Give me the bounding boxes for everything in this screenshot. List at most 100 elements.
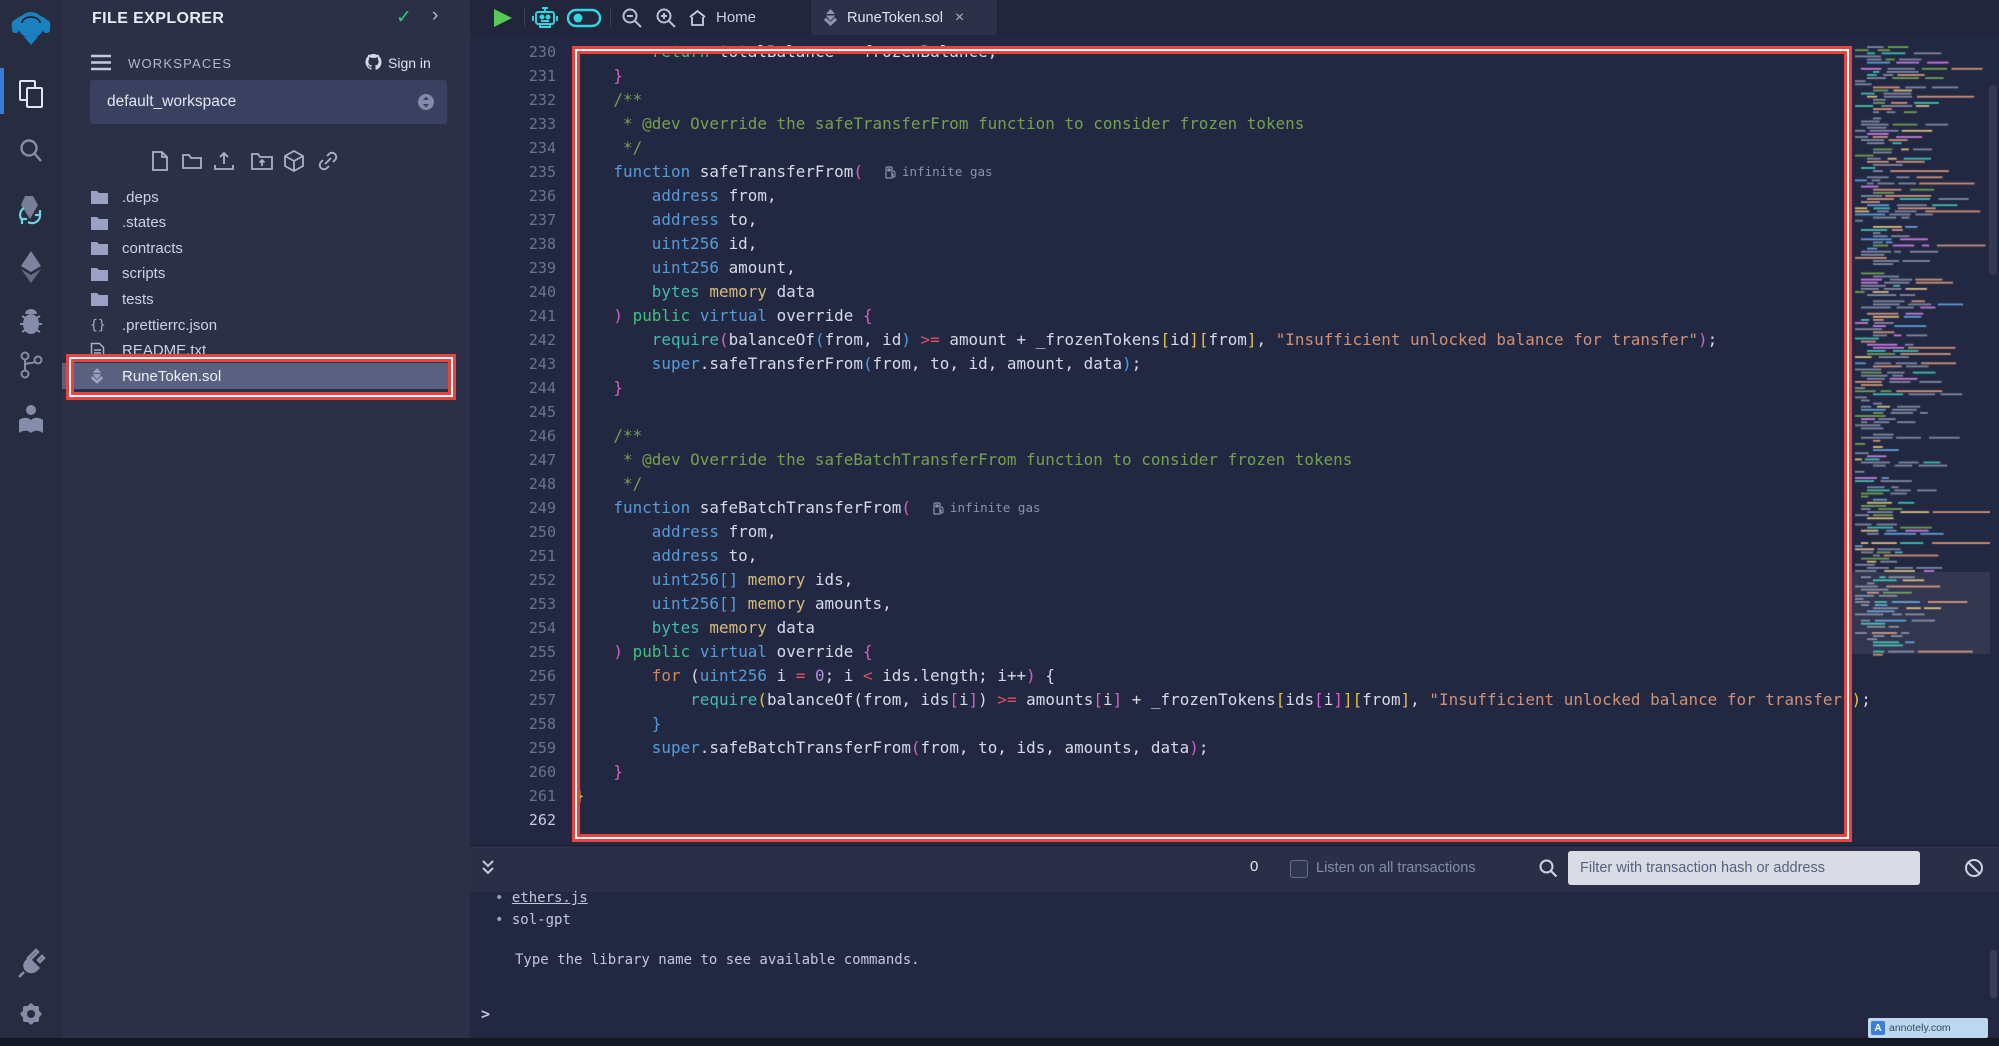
expand-terminal-icon[interactable] xyxy=(479,857,497,879)
code-line-259[interactable]: 259 super.safeBatchTransferFrom(from, to… xyxy=(470,736,1999,760)
code-line-241[interactable]: 241 ) public virtual override { xyxy=(470,304,1999,328)
tree-item-.states[interactable]: .states xyxy=(62,210,455,236)
tree-item-label: RuneToken.sol xyxy=(122,368,221,385)
braces-icon: {} xyxy=(90,318,110,333)
code-text: address from, xyxy=(575,520,777,544)
tree-item-label: scripts xyxy=(122,265,165,282)
code-text: */ xyxy=(575,136,642,160)
filter-input[interactable] xyxy=(1568,851,1920,885)
close-icon[interactable]: × xyxy=(955,9,964,27)
tree-item-README.txt[interactable]: README.txt xyxy=(62,338,455,364)
editor-scrollbar-thumb[interactable] xyxy=(1989,85,1997,275)
tree-item-contracts[interactable]: contracts xyxy=(62,235,455,261)
terminal-scrollbar-thumb[interactable] xyxy=(1990,950,1997,998)
line-number: 259 xyxy=(470,736,556,760)
ai-assistant-robot-icon[interactable] xyxy=(532,5,558,30)
line-number: 246 xyxy=(470,424,556,448)
code-line-243[interactable]: 243 super.safeTransferFrom(from, to, id,… xyxy=(470,352,1999,376)
tab-label: RuneToken.sol xyxy=(847,10,943,26)
code-line-247[interactable]: 247 * @dev Override the safeBatchTransfe… xyxy=(470,448,1999,472)
code-line-254[interactable]: 254 bytes memory data xyxy=(470,616,1999,640)
code-line-256[interactable]: 256 for (uint256 i = 0; i < ids.length; … xyxy=(470,664,1999,688)
minimap-viewport[interactable] xyxy=(1852,572,1990,654)
code-text: bytes memory data xyxy=(575,280,815,304)
code-line-234[interactable]: 234 */ xyxy=(470,136,1999,160)
icon-rail xyxy=(0,0,63,1046)
line-number: 236 xyxy=(470,184,556,208)
code-line-236[interactable]: 236 address from, xyxy=(470,184,1999,208)
plugin-manager-icon[interactable] xyxy=(0,946,62,980)
code-line-239[interactable]: 239 uint256 amount, xyxy=(470,256,1999,280)
code-line-231[interactable]: 231 } xyxy=(470,64,1999,88)
code-line-235[interactable]: 235 function safeTransferFrom(infinite g… xyxy=(470,160,1999,184)
folder-icon xyxy=(90,291,110,307)
code-line-262[interactable]: 262 xyxy=(470,808,1999,832)
gas-estimate-annotation: infinite gas xyxy=(885,160,993,184)
settings-icon[interactable] xyxy=(0,1000,62,1028)
code-line-245[interactable]: 245 xyxy=(470,400,1999,424)
code-line-233[interactable]: 233 * @dev Override the safeTransferFrom… xyxy=(470,112,1999,136)
line-number: 239 xyxy=(470,256,556,280)
tree-item-.deps[interactable]: .deps xyxy=(62,184,455,210)
run-script-button[interactable] xyxy=(492,8,514,28)
code-text: } xyxy=(575,712,661,736)
terminal-search-icon[interactable] xyxy=(1538,858,1558,878)
code-text: address from, xyxy=(575,184,777,208)
line-number: 258 xyxy=(470,712,556,736)
code-line-250[interactable]: 250 address from, xyxy=(470,520,1999,544)
tree-item-.prettierrc.json[interactable]: {} .prettierrc.json xyxy=(62,312,455,338)
code-line-258[interactable]: 258 } xyxy=(470,712,1999,736)
code-line-246[interactable]: 246 /** xyxy=(470,424,1999,448)
code-line-238[interactable]: 238 uint256 id, xyxy=(470,232,1999,256)
code-line-255[interactable]: 255 ) public virtual override { xyxy=(470,640,1999,664)
code-line-249[interactable]: 249 function safeBatchTransferFrom(infin… xyxy=(470,496,1999,520)
ethers-link[interactable]: ethers.js xyxy=(512,890,588,906)
line-number: 240 xyxy=(470,280,556,304)
tab-runetoken[interactable]: RuneToken.sol × xyxy=(810,0,998,35)
code-line-240[interactable]: 240 bytes memory data xyxy=(470,280,1999,304)
code-line-253[interactable]: 253 uint256[] memory amounts, xyxy=(470,592,1999,616)
line-number: 257 xyxy=(470,688,556,712)
code-line-237[interactable]: 237 address to, xyxy=(470,208,1999,232)
terminal-prompt[interactable]: > xyxy=(481,1004,490,1024)
code-text: } xyxy=(575,376,623,400)
tree-item-label: .prettierrc.json xyxy=(122,317,217,334)
search-icon[interactable] xyxy=(0,137,62,165)
code-line-242[interactable]: 242 require(balanceOf(from, id) >= amoun… xyxy=(470,328,1999,352)
file-tree: .deps.statescontracts scripts tests {} .pret… xyxy=(62,0,470,1046)
code-line-230[interactable]: 230 return totalBalance - frozenBalance; xyxy=(470,40,1999,64)
copilot-toggle[interactable] xyxy=(566,8,602,28)
zoom-out-icon[interactable] xyxy=(620,7,644,29)
tree-item-RuneToken.sol[interactable]: RuneToken.sol xyxy=(62,363,455,389)
gas-estimate-annotation: infinite gas xyxy=(933,496,1041,520)
tree-item-tests[interactable]: tests xyxy=(62,286,455,312)
code-line-261[interactable]: 261} xyxy=(470,784,1999,808)
debugger-icon[interactable] xyxy=(0,308,62,336)
tree-item-scripts[interactable]: scripts xyxy=(62,261,455,287)
line-number: 253 xyxy=(470,592,556,616)
deploy-run-icon[interactable] xyxy=(0,250,62,284)
code-line-252[interactable]: 252 uint256[] memory ids, xyxy=(470,568,1999,592)
code-line-248[interactable]: 248 */ xyxy=(470,472,1999,496)
solidity-compiler-icon[interactable] xyxy=(0,192,62,228)
code-text: address to, xyxy=(575,544,757,568)
learneth-icon[interactable] xyxy=(0,402,62,436)
code-text: uint256[] memory ids, xyxy=(575,568,853,592)
git-icon[interactable] xyxy=(0,350,62,380)
clear-terminal-icon[interactable] xyxy=(1964,858,1984,878)
code-text: for (uint256 i = 0; i < ids.length; i++)… xyxy=(575,664,1055,688)
code-line-244[interactable]: 244 } xyxy=(470,376,1999,400)
tab-home[interactable]: Home xyxy=(688,0,756,35)
code-line-257[interactable]: 257 require(balanceOf(from, ids[i]) >= a… xyxy=(470,688,1999,712)
file-explorer-icon[interactable] xyxy=(0,78,62,110)
listen-checkbox[interactable] xyxy=(1290,860,1308,878)
code-line-260[interactable]: 260 } xyxy=(470,760,1999,784)
zoom-in-icon[interactable] xyxy=(654,7,678,29)
code-line-232[interactable]: 232 /** xyxy=(470,88,1999,112)
code-line-251[interactable]: 251 address to, xyxy=(470,544,1999,568)
code-text: * @dev Override the safeBatchTransferFro… xyxy=(575,448,1352,472)
separator xyxy=(610,7,611,27)
code-editor[interactable]: 230 return totalBalance - frozenBalance;… xyxy=(470,35,1999,845)
minimap[interactable] xyxy=(1852,38,1990,658)
code-text: } xyxy=(575,784,585,808)
